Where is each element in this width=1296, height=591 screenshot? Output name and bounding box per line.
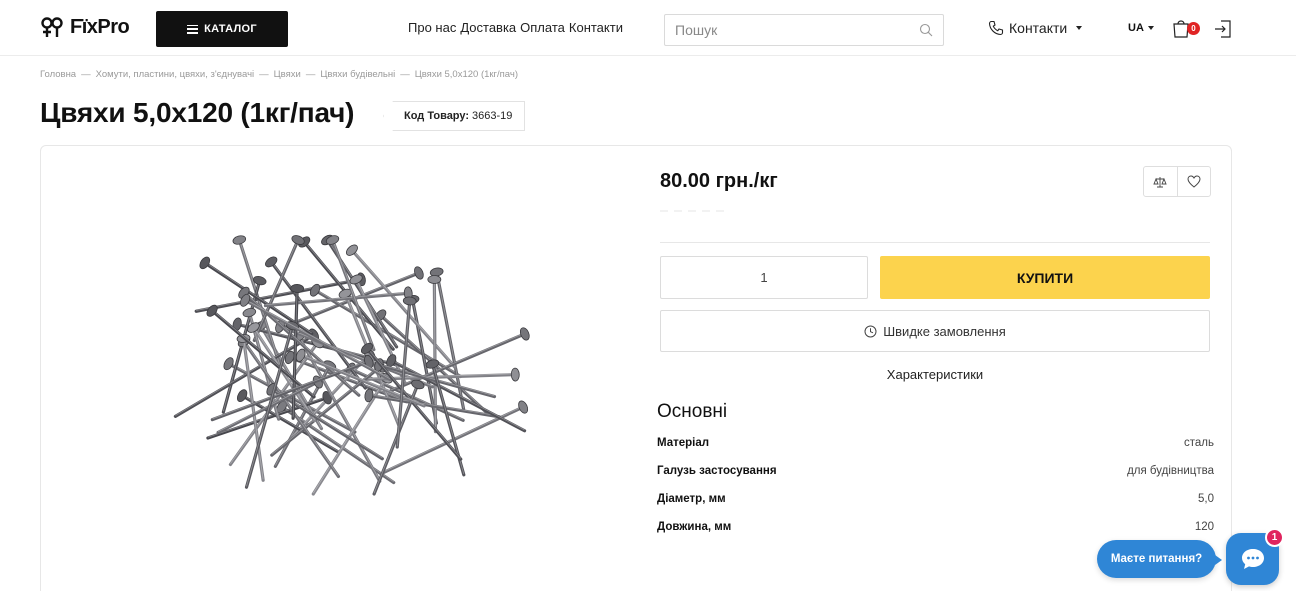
- logo-text: FïxPro: [70, 16, 130, 38]
- search-box: [664, 14, 944, 46]
- chat-prompt-bubble[interactable]: Маєте питання?: [1097, 540, 1222, 578]
- product-price: 80.00 грн./кг: [660, 170, 778, 192]
- compare-button[interactable]: [1144, 167, 1177, 196]
- clock-icon: [864, 325, 877, 337]
- login-icon[interactable]: [1214, 19, 1232, 39]
- nail-head: [414, 266, 424, 280]
- menu-icon: [187, 24, 199, 34]
- nav-about[interactable]: Про нас: [408, 20, 456, 35]
- product-code-label: Код Товару:: [404, 110, 470, 122]
- spec-key: Діаметр, мм: [657, 493, 726, 505]
- product-actions: [1143, 166, 1211, 197]
- logo-icon: [41, 16, 63, 37]
- phone-icon: [988, 20, 1004, 36]
- tab-specifications[interactable]: Характеристики: [660, 367, 1210, 382]
- spec-row-application: Галузь застосування для будівництва: [657, 465, 1214, 477]
- breadcrumb-separator: —: [305, 69, 316, 80]
- cart-count-badge: 0: [1187, 22, 1200, 35]
- logo[interactable]: FïxPro: [40, 16, 130, 39]
- spec-value: 120: [1194, 521, 1214, 533]
- breadcrumb-separator: —: [259, 69, 269, 80]
- nail-head: [242, 307, 257, 318]
- search-icon[interactable]: [919, 23, 933, 37]
- spec-row-material: Матеріал сталь: [657, 437, 1214, 449]
- spec-key: Довжина, мм: [657, 521, 732, 533]
- nail-head: [290, 284, 305, 293]
- chat-icon: [1241, 549, 1264, 569]
- spec-value: 5,0: [1198, 493, 1214, 505]
- nail-head: [223, 357, 234, 371]
- quantity-input[interactable]: [660, 256, 868, 299]
- product-code-value: 3663-19: [472, 110, 513, 122]
- compare-icon: [1153, 176, 1167, 187]
- breadcrumb: Головна — Хомути, пластини, цвяхи, з'єдн…: [40, 69, 518, 80]
- breadcrumb-separator: —: [400, 69, 410, 80]
- breadcrumb-category[interactable]: Хомути, пластини, цвяхи, з'єднувачі: [96, 69, 255, 80]
- breadcrumb-nails[interactable]: Цвяхи: [274, 69, 301, 80]
- breadcrumb-current: Цвяхи 5,0x120 (1кг/пач): [414, 69, 518, 80]
- contacts-dropdown[interactable]: Контакти: [988, 20, 1083, 36]
- language-label: UA: [1128, 22, 1144, 34]
- quick-order-button[interactable]: Швидке замовлення: [660, 310, 1210, 352]
- specs-heading: Основні: [657, 401, 728, 422]
- spec-key: Матеріал: [657, 437, 710, 449]
- page-title: Цвяхи 5,0х120 (1кг/пач): [40, 97, 355, 128]
- catalog-button[interactable]: КАТАЛОГ: [156, 11, 288, 47]
- quick-order-label: Швидке замовлення: [883, 323, 1006, 339]
- product-image[interactable]: [150, 232, 550, 502]
- catalog-label: КАТАЛОГ: [204, 23, 257, 35]
- cart-button[interactable]: 0: [1172, 18, 1206, 40]
- spec-key: Галузь застосування: [657, 465, 777, 477]
- nav-delivery[interactable]: Доставка: [460, 20, 516, 35]
- spec-row-length: Довжина, мм 120: [657, 521, 1214, 533]
- product-code-badge: Код Товару: 3663-19: [383, 101, 526, 131]
- breadcrumb-home[interactable]: Головна: [40, 69, 76, 80]
- spec-value: сталь: [1184, 437, 1214, 449]
- rating-placeholder: [660, 210, 740, 216]
- breadcrumb-construction-nails[interactable]: Цвяхи будівельні: [320, 69, 395, 80]
- nail-head: [236, 389, 248, 403]
- nail-head: [309, 283, 321, 297]
- nail-head: [232, 235, 247, 245]
- wishlist-button[interactable]: [1176, 167, 1211, 196]
- nail-head: [199, 256, 211, 270]
- nail-shank: [365, 346, 463, 461]
- nail-head: [519, 327, 530, 341]
- chat-notification-badge: 1: [1265, 528, 1284, 547]
- search-input[interactable]: [675, 22, 919, 38]
- buy-button[interactable]: КУПИТИ: [880, 256, 1210, 299]
- nail-head: [518, 400, 529, 414]
- spec-value: для будівництва: [1127, 465, 1214, 477]
- site-header: FïxPro КАТАЛОГ Про нас Доставка Оплата К…: [0, 0, 1296, 56]
- divider: [660, 242, 1210, 243]
- nail-head: [427, 275, 442, 284]
- spec-row-diameter: Діаметр, мм 5,0: [657, 493, 1214, 505]
- nail-head: [510, 367, 520, 382]
- chevron-down-icon: [1147, 26, 1154, 30]
- nav-contacts[interactable]: Контакти: [569, 20, 623, 35]
- heart-icon: [1187, 175, 1201, 188]
- contacts-label: Контакти: [1009, 20, 1068, 36]
- breadcrumb-separator: —: [81, 69, 91, 80]
- nav-payment[interactable]: Оплата: [520, 20, 565, 35]
- top-nav: Про нас Доставка Оплата Контакти: [408, 20, 623, 35]
- chevron-down-icon: [1076, 26, 1083, 30]
- language-switcher[interactable]: UA: [1128, 22, 1154, 34]
